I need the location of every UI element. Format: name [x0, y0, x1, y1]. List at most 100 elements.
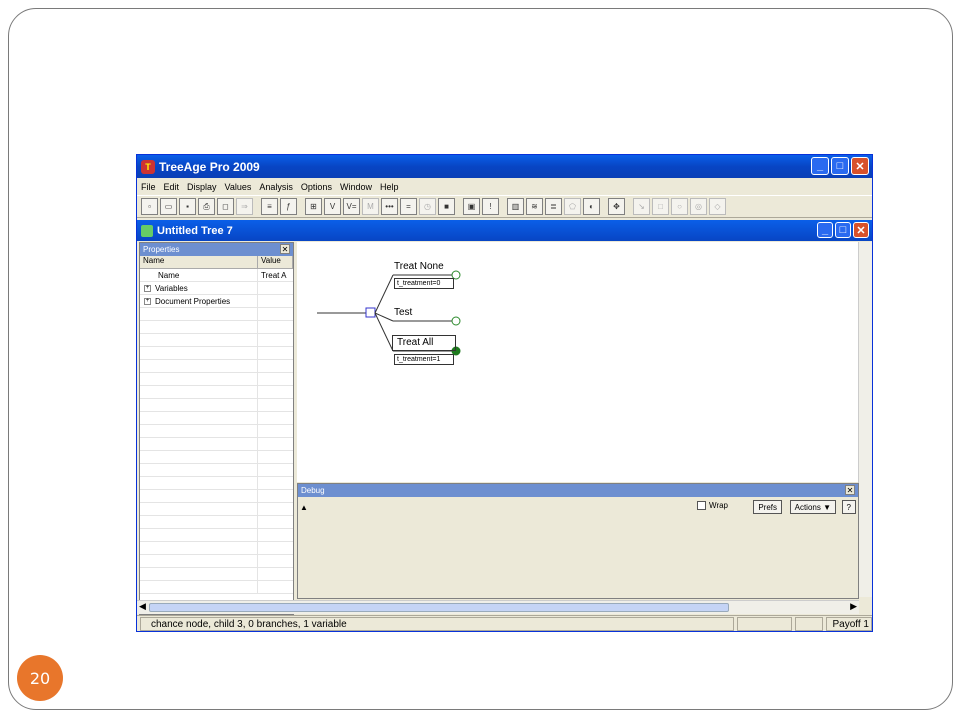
- property-row-empty: [140, 385, 293, 399]
- property-row-empty: [140, 307, 293, 321]
- property-row-empty: [140, 515, 293, 529]
- debug-close-icon[interactable]: ✕: [845, 485, 855, 495]
- property-row-empty: [140, 567, 293, 581]
- tree-canvas[interactable]: Treat None t_treatment=0 Test Treat All …: [297, 242, 859, 482]
- report-icon[interactable]: ▣: [463, 198, 480, 215]
- diamond-node-icon[interactable]: ◇: [709, 198, 726, 215]
- actions-button[interactable]: Actions ▼: [789, 500, 836, 514]
- properties-panel: Properties ✕ Name Value Name Treat A + Va…: [139, 242, 294, 615]
- chance-node-icon[interactable]: [451, 316, 461, 326]
- timer-icon[interactable]: ◷: [419, 198, 436, 215]
- menu-window[interactable]: Window: [340, 182, 372, 192]
- branch-label-selected[interactable]: Treat All: [392, 335, 456, 351]
- new-file-icon[interactable]: ▫: [141, 198, 158, 215]
- doc-minimize-button[interactable]: _: [817, 222, 833, 238]
- branch-definition[interactable]: t_treatment=1: [394, 354, 454, 365]
- doc-close-button[interactable]: ✕: [853, 222, 869, 238]
- property-row-empty: [140, 424, 293, 438]
- markov-icon[interactable]: M: [362, 198, 379, 215]
- property-row-variables[interactable]: + Variables: [140, 281, 293, 295]
- terminal-node-icon[interactable]: ◎: [690, 198, 707, 215]
- status-payoff: Payoff 1: [826, 617, 872, 631]
- menu-file[interactable]: File: [141, 182, 156, 192]
- bar-chart-icon[interactable]: ▥: [507, 198, 524, 215]
- open-folder-icon[interactable]: ▭: [160, 198, 177, 215]
- debug-header: Debug ✕: [298, 484, 858, 497]
- decision-tree-diagram: [317, 270, 461, 356]
- scrollbar-thumb[interactable]: [149, 603, 729, 612]
- prefs-button[interactable]: Prefs: [753, 500, 782, 514]
- property-row-empty: [140, 359, 293, 373]
- app-title: TreeAge Pro 2009: [159, 159, 260, 174]
- horizontal-scrollbar[interactable]: ◀ ▶: [137, 600, 859, 614]
- scroll-left-icon[interactable]: ◀: [139, 601, 146, 612]
- branch-definition[interactable]: t_treatment=0: [394, 278, 454, 289]
- menu-analysis[interactable]: Analysis: [259, 182, 293, 192]
- equals-icon[interactable]: =: [400, 198, 417, 215]
- warning-icon[interactable]: !: [482, 198, 499, 215]
- property-row-empty: [140, 476, 293, 490]
- col-value-header[interactable]: Value: [258, 256, 293, 268]
- treeage-logo-icon: T: [141, 159, 155, 174]
- branch-label[interactable]: Test: [394, 307, 412, 318]
- property-row-empty: [140, 580, 293, 594]
- wrap-label: Wrap: [709, 501, 728, 510]
- help-button[interactable]: ?: [841, 500, 856, 514]
- export-icon[interactable]: ⇒: [236, 198, 253, 215]
- decision-node-icon[interactable]: [365, 307, 376, 318]
- polygon-icon[interactable]: ⬠: [564, 198, 581, 215]
- collapse-arrow-icon[interactable]: ▲: [300, 503, 308, 512]
- tree-icon[interactable]: ⊞: [305, 198, 322, 215]
- expand-plus-icon[interactable]: +: [144, 297, 151, 305]
- color-icon[interactable]: ■: [438, 198, 455, 215]
- toolbar: ▫ ▭ ▪ ⎙ ◻ ⇒ ≡ ƒ ⊞ V V= M ••• = ◷ ■ ▣ ! ▥…: [137, 195, 872, 218]
- menu-help[interactable]: Help: [380, 182, 399, 192]
- property-row-empty: [140, 528, 293, 542]
- property-row-document-properties[interactable]: + Document Properties: [140, 294, 293, 308]
- menu-options[interactable]: Options: [301, 182, 332, 192]
- col-name-header[interactable]: Name: [140, 256, 258, 268]
- document-titlebar: Untitled Tree 7 _ □ ✕: [137, 220, 872, 241]
- property-row-empty: [140, 411, 293, 425]
- arrow-icon[interactable]: ↘: [633, 198, 650, 215]
- menu-edit[interactable]: Edit: [164, 182, 180, 192]
- properties-close-icon[interactable]: ✕: [280, 244, 290, 254]
- property-row-name[interactable]: Name Treat A: [140, 268, 293, 282]
- branch-label[interactable]: Treat None: [394, 261, 444, 272]
- property-value[interactable]: Treat A: [258, 271, 293, 280]
- menu-display[interactable]: Display: [187, 182, 217, 192]
- status-message: chance node, child 3, 0 branches, 1 vari…: [140, 617, 735, 631]
- wrap-checkbox[interactable]: [697, 501, 707, 510]
- status-cell-empty: [795, 617, 824, 631]
- status-cell-empty: [737, 617, 793, 631]
- properties-grid-header: Name Value: [140, 256, 293, 269]
- close-button[interactable]: ✕: [851, 157, 869, 175]
- doc-maximize-button[interactable]: □: [835, 222, 851, 238]
- move-icon[interactable]: ✥: [608, 198, 625, 215]
- property-row-empty: [140, 346, 293, 360]
- circle-node-icon[interactable]: ○: [671, 198, 688, 215]
- print-preview-icon[interactable]: ◻: [217, 198, 234, 215]
- variables-icon[interactable]: V: [324, 198, 341, 215]
- function-icon[interactable]: ƒ: [280, 198, 297, 215]
- maximize-button[interactable]: □: [831, 157, 849, 175]
- expand-plus-icon[interactable]: +: [144, 284, 151, 292]
- property-row-empty: [140, 554, 293, 568]
- ellipsis-icon[interactable]: •••: [381, 198, 398, 215]
- tree-document: Untitled Tree 7 _ □ ✕ Properties ✕ Name …: [137, 220, 872, 615]
- sens2-icon[interactable]: ≣: [545, 198, 562, 215]
- print-icon[interactable]: ⎙: [198, 198, 215, 215]
- sort-nodes-icon[interactable]: ≡: [261, 198, 278, 215]
- square-node-icon[interactable]: □: [652, 198, 669, 215]
- menu-values[interactable]: Values: [225, 182, 252, 192]
- minimize-button[interactable]: _: [811, 157, 829, 175]
- property-row-empty: [140, 489, 293, 503]
- debug-output[interactable]: [298, 517, 846, 587]
- sens-icon[interactable]: ≋: [526, 198, 543, 215]
- variable-define-icon[interactable]: V=: [343, 198, 360, 215]
- vertical-scrollbar[interactable]: [858, 242, 872, 597]
- save-icon[interactable]: ▪: [179, 198, 196, 215]
- scroll-right-icon[interactable]: ▶: [850, 601, 857, 612]
- properties-title: Properties: [143, 245, 180, 254]
- tornado-icon[interactable]: ◐: [583, 198, 600, 215]
